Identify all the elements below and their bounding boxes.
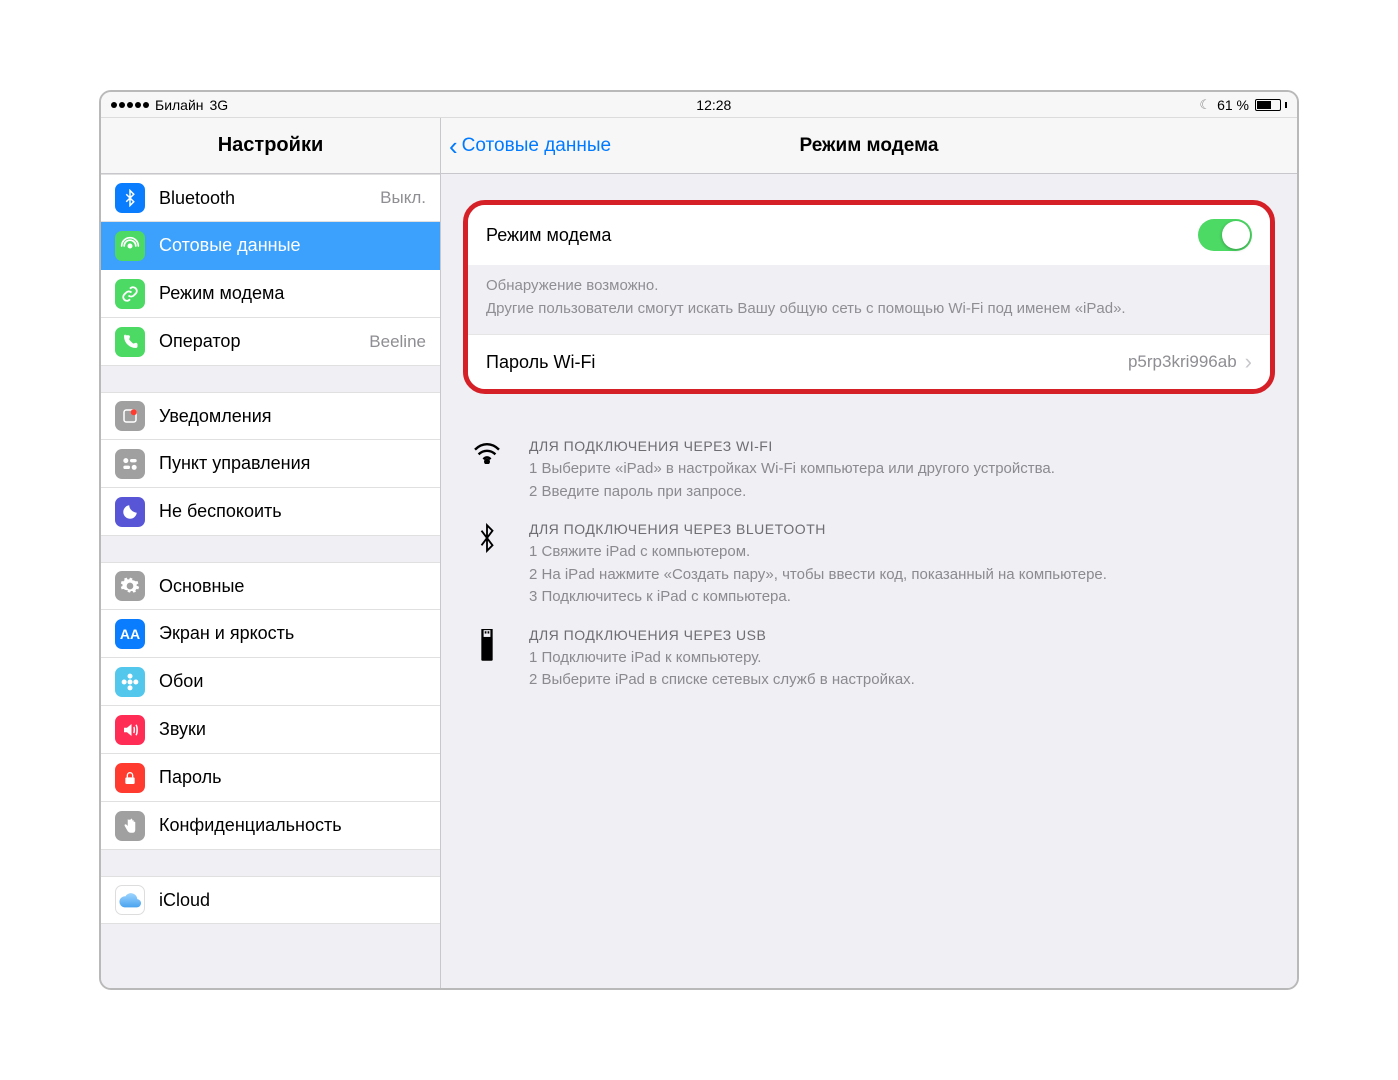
sidebar-item-конфиденциальность[interactable]: Конфиденциальность bbox=[101, 802, 440, 850]
sidebar-item-label: Оператор bbox=[159, 331, 369, 352]
lock-icon bbox=[115, 763, 145, 793]
sidebar-item-пункт-управления[interactable]: Пункт управления bbox=[101, 440, 440, 488]
sidebar-item-value: Выкл. bbox=[380, 188, 426, 208]
control-icon bbox=[115, 449, 145, 479]
moon-icon bbox=[115, 497, 145, 527]
hotspot-highlight-box: Режим модема Обнаружение возможно. Други… bbox=[463, 200, 1275, 394]
flower-icon bbox=[115, 667, 145, 697]
sidebar-title: Настройки bbox=[101, 118, 440, 174]
sidebar-item-label: Обои bbox=[159, 671, 426, 692]
sidebar-item-сотовые-данные[interactable]: Сотовые данные bbox=[101, 222, 440, 270]
bluetooth-icon bbox=[469, 521, 505, 609]
sidebar-item-звуки[interactable]: Звуки bbox=[101, 706, 440, 754]
wifi-password-value: p5rp3kri996ab bbox=[1128, 352, 1237, 372]
signal-dots-icon bbox=[111, 102, 149, 108]
phone-icon bbox=[115, 327, 145, 357]
instruction-header: ДЛЯ ПОДКЛЮЧЕНИЯ ЧЕРЕЗ USB bbox=[529, 627, 1269, 643]
notify-icon bbox=[115, 401, 145, 431]
settings-sidebar[interactable]: Настройки BluetoothВыкл. Сотовые данные Ре… bbox=[101, 118, 441, 988]
ipad-settings-window: Билайн 3G 12:28 ☾ 61 % Настройки Bluetoo… bbox=[99, 90, 1299, 990]
back-label: Сотовые данные bbox=[462, 135, 611, 157]
instruction-line: 1 Свяжите iPad с компьютером. bbox=[529, 541, 1269, 564]
sidebar-item-value: Beeline bbox=[369, 332, 426, 352]
sidebar-item-label: Экран и яркость bbox=[159, 623, 426, 644]
sidebar-item-экран-и-яркость[interactable]: AA Экран и яркость bbox=[101, 610, 440, 658]
sidebar-item-label: Не беспокоить bbox=[159, 501, 426, 522]
cloud-icon bbox=[115, 885, 145, 915]
instruction-header: ДЛЯ ПОДКЛЮЧЕНИЯ ЧЕРЕЗ WI-FI bbox=[529, 438, 1269, 454]
connection-instructions: ДЛЯ ПОДКЛЮЧЕНИЯ ЧЕРЕЗ WI-FI 1 Выберите «i… bbox=[441, 410, 1297, 750]
battery-icon bbox=[1255, 99, 1287, 111]
instruction-block: ДЛЯ ПОДКЛЮЧЕНИЯ ЧЕРЕЗ WI-FI 1 Выберите «i… bbox=[469, 438, 1269, 503]
sidebar-item-label: Уведомления bbox=[159, 406, 426, 427]
sidebar-item-label: iCloud bbox=[159, 890, 426, 911]
clock: 12:28 bbox=[696, 97, 731, 113]
sidebar-item-icloud[interactable]: iCloud bbox=[101, 876, 440, 924]
hotspot-footer-line2: Другие пользователи смогут искать Вашу о… bbox=[486, 298, 1252, 321]
gear-icon bbox=[115, 571, 145, 601]
sidebar-item-label: Пароль bbox=[159, 767, 426, 788]
link-icon bbox=[115, 279, 145, 309]
wifi-password-row[interactable]: Пароль Wi-Fi p5rp3kri996ab › bbox=[468, 334, 1270, 389]
sidebar-item-label: Сотовые данные bbox=[159, 235, 426, 256]
sidebar-item-bluetooth[interactable]: BluetoothВыкл. bbox=[101, 174, 440, 222]
detail-header: ‹ Сотовые данные Режим модема bbox=[441, 118, 1297, 174]
instruction-header: ДЛЯ ПОДКЛЮЧЕНИЯ ЧЕРЕЗ BLUETOOTH bbox=[529, 521, 1269, 537]
sidebar-item-основные[interactable]: Основные bbox=[101, 562, 440, 610]
instruction-block: ДЛЯ ПОДКЛЮЧЕНИЯ ЧЕРЕЗ USB 1 Подключите iP… bbox=[469, 627, 1269, 692]
usb-icon bbox=[469, 627, 505, 692]
carrier-label: Билайн bbox=[155, 97, 204, 113]
sidebar-item-label: Режим модема bbox=[159, 283, 426, 304]
instruction-line: 2 Выберите iPad в списке сетевых служб в… bbox=[529, 669, 1269, 692]
hotspot-footer: Обнаружение возможно. Другие пользовател… bbox=[468, 265, 1270, 334]
instruction-line: 3 Подключитесь к iPad с компьютера. bbox=[529, 586, 1269, 609]
bluetooth-icon bbox=[115, 183, 145, 213]
sidebar-item-label: Основные bbox=[159, 576, 426, 597]
instruction-line: 1 Подключите iPad к компьютеру. bbox=[529, 647, 1269, 670]
sidebar-item-уведомления[interactable]: Уведомления bbox=[101, 392, 440, 440]
hotspot-toggle[interactable] bbox=[1198, 219, 1252, 251]
status-bar: Билайн 3G 12:28 ☾ 61 % bbox=[101, 92, 1297, 118]
sidebar-item-label: Конфиденциальность bbox=[159, 815, 426, 836]
sidebar-item-пароль[interactable]: Пароль bbox=[101, 754, 440, 802]
aa-icon: AA bbox=[115, 619, 145, 649]
battery-pct: 61 % bbox=[1217, 97, 1249, 113]
hotspot-label: Режим модема bbox=[486, 225, 1198, 246]
instruction-block: ДЛЯ ПОДКЛЮЧЕНИЯ ЧЕРЕЗ BLUETOOTH 1 Свяжите… bbox=[469, 521, 1269, 609]
sidebar-item-не-беспокоить[interactable]: Не беспокоить bbox=[101, 488, 440, 536]
sidebar-item-label: Звуки bbox=[159, 719, 426, 740]
sidebar-item-оператор[interactable]: ОператорBeeline bbox=[101, 318, 440, 366]
hand-icon bbox=[115, 811, 145, 841]
chevron-right-icon: › bbox=[1245, 349, 1252, 375]
detail-pane: ‹ Сотовые данные Режим модема Режим моде… bbox=[441, 118, 1297, 988]
chevron-left-icon: ‹ bbox=[449, 133, 458, 159]
do-not-disturb-icon: ☾ bbox=[1199, 97, 1211, 113]
hotspot-toggle-row[interactable]: Режим модема bbox=[468, 205, 1270, 265]
instruction-line: 2 На iPad нажмите «Создать пару», чтобы … bbox=[529, 564, 1269, 587]
antenna-icon bbox=[115, 231, 145, 261]
back-button[interactable]: ‹ Сотовые данные bbox=[441, 133, 611, 159]
sound-icon bbox=[115, 715, 145, 745]
hotspot-footer-line1: Обнаружение возможно. bbox=[486, 275, 1252, 298]
sidebar-item-обои[interactable]: Обои bbox=[101, 658, 440, 706]
sidebar-item-label: Пункт управления bbox=[159, 453, 426, 474]
instruction-line: 2 Введите пароль при запросе. bbox=[529, 481, 1269, 504]
wifi-icon bbox=[469, 438, 505, 503]
sidebar-item-label: Bluetooth bbox=[159, 188, 380, 209]
wifi-password-label: Пароль Wi-Fi bbox=[486, 352, 1128, 373]
network-label: 3G bbox=[210, 97, 229, 113]
instruction-line: 1 Выберите «iPad» в настройках Wi-Fi ком… bbox=[529, 458, 1269, 481]
sidebar-item-режим-модема[interactable]: Режим модема bbox=[101, 270, 440, 318]
